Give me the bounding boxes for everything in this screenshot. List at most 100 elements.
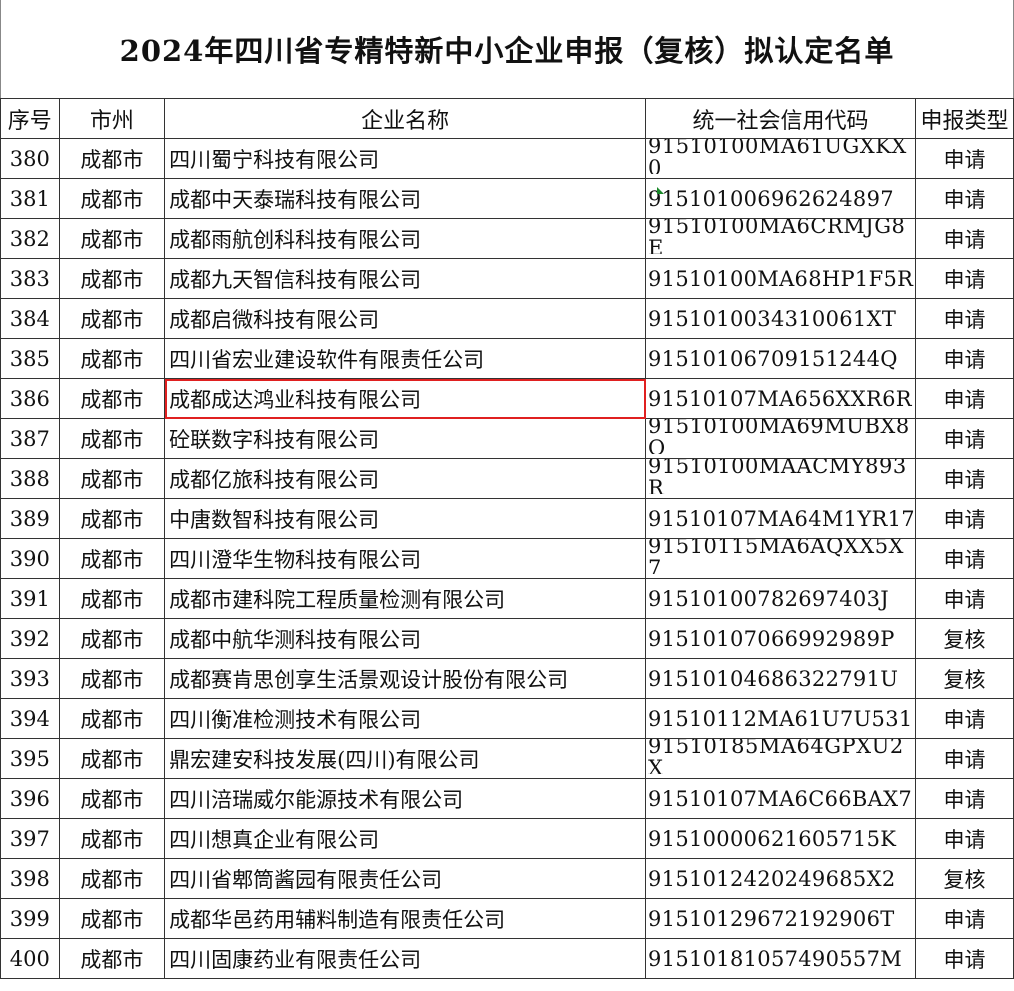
- cell-company-name[interactable]: 成都启微科技有限公司: [164, 298, 646, 339]
- cell-credit-code[interactable]: 91510100MA68HP1F5R: [645, 258, 916, 299]
- cell-apply-type[interactable]: 复核: [914, 618, 1014, 659]
- cell-apply-type[interactable]: 申请: [914, 938, 1014, 979]
- cell-company-name[interactable]: 成都亿旅科技有限公司: [164, 458, 646, 499]
- header-city[interactable]: 市州: [58, 98, 166, 139]
- cell-serial[interactable]: 400: [0, 938, 60, 979]
- cell-credit-code[interactable]: 91510000621605715K: [645, 818, 916, 859]
- cell-serial[interactable]: 384: [0, 298, 60, 339]
- cell-credit-code[interactable]: 91510100MA61UGXKX0: [645, 138, 916, 179]
- cell-apply-type[interactable]: 申请: [914, 178, 1014, 219]
- cell-credit-code[interactable]: 91510115MA6AQXX5X7: [645, 538, 916, 579]
- cell-company-name[interactable]: 成都市建科院工程质量检测有限公司: [164, 578, 646, 619]
- cell-company-name[interactable]: 砼联数字科技有限公司: [164, 418, 646, 459]
- header-credit-code[interactable]: 统一社会信用代码: [645, 98, 916, 139]
- cell-apply-type[interactable]: 申请: [914, 218, 1014, 259]
- cell-apply-type[interactable]: 申请: [914, 458, 1014, 499]
- cell-serial[interactable]: 393: [0, 658, 60, 699]
- cell-credit-code[interactable]: 91510100MA6CRMJG8E: [645, 218, 916, 259]
- cell-company-name[interactable]: 成都赛肯思创享生活景观设计股份有限公司: [164, 658, 646, 699]
- cell-serial[interactable]: 391: [0, 578, 60, 619]
- cell-apply-type[interactable]: 申请: [914, 498, 1014, 539]
- cell-credit-code[interactable]: 9151010034310061XT: [645, 298, 916, 339]
- cell-apply-type[interactable]: 申请: [914, 298, 1014, 339]
- cell-city[interactable]: 成都市: [58, 458, 166, 499]
- cell-credit-code[interactable]: 91510100782697403J: [645, 578, 916, 619]
- cell-company-name[interactable]: 成都雨航创科科技有限公司: [164, 218, 646, 259]
- cell-serial[interactable]: 392: [0, 618, 60, 659]
- cell-credit-code[interactable]: 91510107MA64M1YR17: [645, 498, 916, 539]
- cell-credit-code[interactable]: 91510181057490557M: [645, 938, 916, 979]
- cell-company-name[interactable]: 四川固康药业有限责任公司: [164, 938, 646, 979]
- cell-company-name[interactable]: 成都九天智信科技有限公司: [164, 258, 646, 299]
- cell-apply-type[interactable]: 申请: [914, 778, 1014, 819]
- cell-serial[interactable]: 398: [0, 858, 60, 899]
- cell-company-name[interactable]: 成都华邑药用辅料制造有限责任公司: [164, 898, 646, 939]
- header-company-name[interactable]: 企业名称: [164, 98, 646, 139]
- cell-company-name[interactable]: 成都成达鸿业科技有限公司: [164, 378, 646, 419]
- cell-credit-code[interactable]: 915101006962624897: [645, 178, 916, 219]
- cell-company-name[interactable]: 四川涪瑞威尔能源技术有限公司: [164, 778, 646, 819]
- cell-apply-type[interactable]: 申请: [914, 578, 1014, 619]
- cell-credit-code[interactable]: 91510129672192906T: [645, 898, 916, 939]
- cell-apply-type[interactable]: 申请: [914, 258, 1014, 299]
- cell-serial[interactable]: 394: [0, 698, 60, 739]
- cell-credit-code[interactable]: 91510107066992989P: [645, 618, 916, 659]
- cell-credit-code[interactable]: 91510106709151244Q: [645, 338, 916, 379]
- cell-city[interactable]: 成都市: [58, 338, 166, 379]
- cell-apply-type[interactable]: 申请: [914, 538, 1014, 579]
- cell-serial[interactable]: 399: [0, 898, 60, 939]
- cell-serial[interactable]: 396: [0, 778, 60, 819]
- cell-city[interactable]: 成都市: [58, 818, 166, 859]
- cell-city[interactable]: 成都市: [58, 618, 166, 659]
- cell-apply-type[interactable]: 复核: [914, 658, 1014, 699]
- cell-company-name[interactable]: 成都中航华测科技有限公司: [164, 618, 646, 659]
- cell-credit-code[interactable]: 91510100MA69MUBX8Q: [645, 418, 916, 459]
- cell-city[interactable]: 成都市: [58, 378, 166, 419]
- cell-apply-type[interactable]: 申请: [914, 338, 1014, 379]
- cell-serial[interactable]: 386: [0, 378, 60, 419]
- cell-serial[interactable]: 390: [0, 538, 60, 579]
- cell-city[interactable]: 成都市: [58, 498, 166, 539]
- cell-serial[interactable]: 388: [0, 458, 60, 499]
- cell-apply-type[interactable]: 申请: [914, 738, 1014, 779]
- cell-serial[interactable]: 381: [0, 178, 60, 219]
- cell-company-name[interactable]: 四川澄华生物科技有限公司: [164, 538, 646, 579]
- cell-credit-code[interactable]: 91510107MA6C66BAX7: [645, 778, 916, 819]
- cell-city[interactable]: 成都市: [58, 298, 166, 339]
- title-cell[interactable]: 2024年四川省专精特新中小企业申报（复核）拟认定名单: [0, 0, 1014, 98]
- cell-apply-type[interactable]: 申请: [914, 378, 1014, 419]
- cell-credit-code[interactable]: 91510107MA656XXR6R: [645, 378, 916, 419]
- cell-city[interactable]: 成都市: [58, 538, 166, 579]
- cell-serial[interactable]: 387: [0, 418, 60, 459]
- cell-credit-code[interactable]: 91510104686322791U: [645, 658, 916, 699]
- cell-apply-type[interactable]: 复核: [914, 858, 1014, 899]
- cell-city[interactable]: 成都市: [58, 578, 166, 619]
- cell-city[interactable]: 成都市: [58, 258, 166, 299]
- cell-city[interactable]: 成都市: [58, 418, 166, 459]
- cell-company-name[interactable]: 四川蜀宁科技有限公司: [164, 138, 646, 179]
- cell-serial[interactable]: 383: [0, 258, 60, 299]
- cell-city[interactable]: 成都市: [58, 178, 166, 219]
- cell-city[interactable]: 成都市: [58, 138, 166, 179]
- cell-serial[interactable]: 397: [0, 818, 60, 859]
- cell-apply-type[interactable]: 申请: [914, 418, 1014, 459]
- header-serial[interactable]: 序号: [0, 98, 60, 139]
- cell-credit-code[interactable]: 91510112MA61U7U531: [645, 698, 916, 739]
- cell-city[interactable]: 成都市: [58, 738, 166, 779]
- cell-company-name[interactable]: 四川想真企业有限公司: [164, 818, 646, 859]
- cell-apply-type[interactable]: 申请: [914, 818, 1014, 859]
- cell-serial[interactable]: 385: [0, 338, 60, 379]
- cell-city[interactable]: 成都市: [58, 858, 166, 899]
- cell-city[interactable]: 成都市: [58, 698, 166, 739]
- cell-city[interactable]: 成都市: [58, 778, 166, 819]
- cell-apply-type[interactable]: 申请: [914, 698, 1014, 739]
- cell-company-name[interactable]: 四川省郫筒酱园有限责任公司: [164, 858, 646, 899]
- cell-credit-code[interactable]: 91510185MA64GPXU2X: [645, 738, 916, 779]
- cell-company-name[interactable]: 鼎宏建安科技发展(四川)有限公司: [164, 738, 646, 779]
- cell-city[interactable]: 成都市: [58, 658, 166, 699]
- cell-serial[interactable]: 389: [0, 498, 60, 539]
- cell-apply-type[interactable]: 申请: [914, 138, 1014, 179]
- cell-credit-code[interactable]: 91510100MAACMY893R: [645, 458, 916, 499]
- cell-serial[interactable]: 382: [0, 218, 60, 259]
- cell-serial[interactable]: 395: [0, 738, 60, 779]
